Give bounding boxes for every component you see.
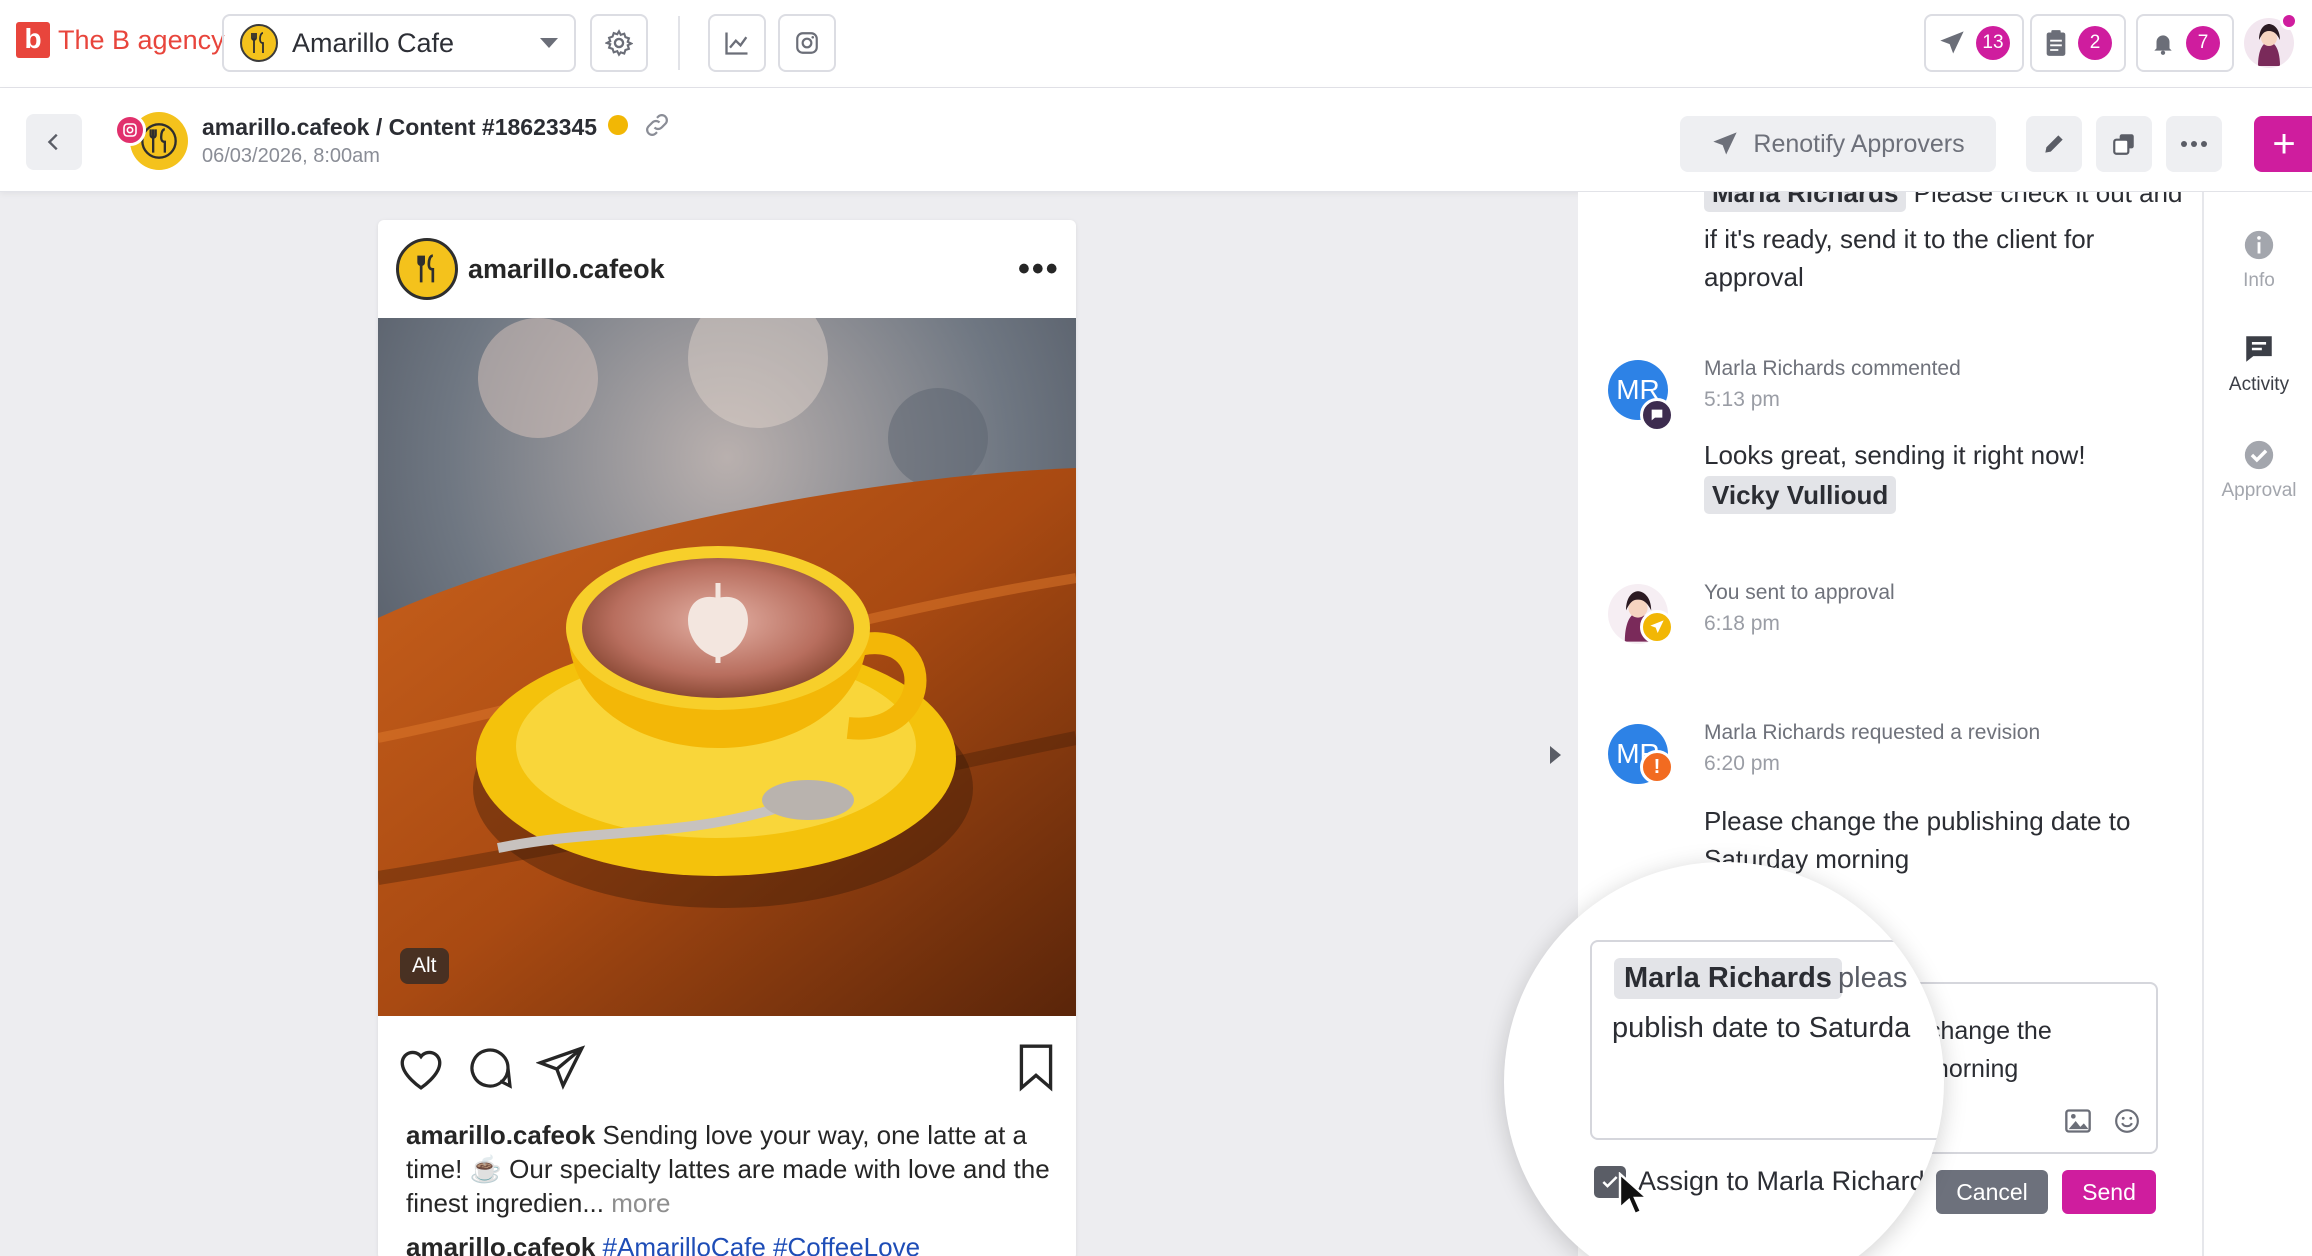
cafe-logo-icon (240, 24, 278, 62)
chat-icon (2246, 336, 2272, 362)
activity-meta: Marla Richards requested a revision (1704, 721, 2041, 744)
notifications-count-badge: 7 (2186, 26, 2220, 60)
activity-comment-text: Looks great, sending it right now! (1704, 440, 2086, 470)
notifications-button[interactable]: 7 (2136, 14, 2234, 72)
more-options-button[interactable] (2166, 116, 2222, 172)
activity-time: 6:20 pm (1704, 752, 1780, 775)
paper-plane-icon (1713, 132, 1738, 155)
gear-icon (605, 29, 633, 57)
settings-button[interactable] (590, 14, 648, 72)
analytics-button[interactable] (708, 14, 766, 72)
info-icon (2244, 230, 2274, 260)
edit-button[interactable] (2026, 116, 2082, 172)
comment-text-line2: publish date to Saturda (1612, 1012, 1911, 1044)
check-icon (1602, 1176, 1618, 1188)
post-hashtags-line: amarillo.cafeok #AmarilloCafe #CoffeeLov… (406, 1232, 920, 1256)
check-circle-icon (2244, 440, 2274, 470)
revision-badge-icon: ! (1640, 750, 1674, 784)
rail-item-activity[interactable]: Activity (2204, 332, 2312, 396)
send-queue-button[interactable]: 13 (1924, 14, 2024, 72)
chart-line-icon (725, 32, 748, 55)
tasks-button[interactable]: 2 (2030, 14, 2126, 72)
post-more-icon[interactable]: ••• (1018, 250, 1060, 289)
chevron-left-icon (47, 133, 58, 151)
comment-icon[interactable] (466, 1044, 514, 1092)
send-button[interactable]: Send (2062, 1170, 2156, 1214)
post-actions (396, 1038, 1058, 1098)
assign-label: Assign to Marla Richard (1638, 1166, 1925, 1196)
activity-comment-0: Marla Richards Please check it out and (1704, 192, 2182, 212)
mention-tag[interactable]: Marla Richards (1704, 192, 1907, 212)
status-dot (2280, 12, 2298, 30)
post-header: amarillo.cafeok ••• (378, 220, 1076, 318)
client-selector[interactable]: Amarillo Cafe (222, 14, 576, 72)
share-icon[interactable] (536, 1044, 586, 1090)
clipboard-icon (2046, 30, 2066, 56)
instagram-post-preview: amarillo.cafeok ••• Alt amarillo.cafeok … (378, 220, 1076, 1256)
pencil-icon (2045, 135, 2063, 153)
alt-text-tag[interactable]: Alt (400, 948, 449, 984)
create-button[interactable]: + (2254, 116, 2312, 172)
divider (678, 16, 680, 70)
rail-item-info[interactable]: Info (2204, 228, 2312, 292)
link-icon[interactable] (642, 110, 672, 145)
emoji-icon[interactable] (2114, 1108, 2140, 1134)
rail-item-approval[interactable]: Approval (2204, 438, 2312, 502)
activity-meta: You sent to approval (1704, 581, 1895, 604)
mouse-cursor-icon (1618, 1172, 1651, 1216)
send-count-badge: 13 (1976, 26, 2010, 60)
image-icon[interactable] (2064, 1108, 2092, 1134)
comment-badge-icon (1640, 398, 1674, 432)
bookmark-icon[interactable] (1016, 1042, 1056, 1092)
caption-username: amarillo.cafeok (406, 1120, 596, 1150)
activity-comment-0-line3: approval (1704, 262, 1804, 292)
copy-icon (2113, 134, 2134, 155)
hashtags[interactable]: #AmarilloCafe #CoffeeLove (603, 1232, 920, 1256)
tasks-count-badge: 2 (2078, 26, 2112, 60)
activity-revision-text: Please change the publishing date to (1704, 806, 2131, 836)
bell-icon (2154, 35, 2172, 55)
post-avatar (396, 238, 458, 300)
brand-logo: b (16, 22, 50, 58)
post-username: amarillo.cafeok (468, 254, 665, 284)
mention-tag[interactable]: Marla Richards (1614, 958, 1842, 999)
top-bar: b The B agency Amarillo Cafe 13 2 7 (0, 0, 2312, 88)
collapse-panel-arrow-icon[interactable] (1550, 746, 1561, 764)
duplicate-button[interactable] (2096, 116, 2152, 172)
heart-icon[interactable] (396, 1044, 446, 1090)
ellipsis-icon (2181, 141, 2207, 147)
paper-plane-icon (1940, 31, 1964, 54)
post-caption: amarillo.cafeok Sending love your way, o… (406, 1118, 1052, 1220)
composer-tools (2064, 1108, 2140, 1134)
activity-mention-line: Vicky Vullioud (1704, 476, 1897, 514)
hashtags-username: amarillo.cafeok (406, 1232, 596, 1256)
activity-time: 6:18 pm (1704, 612, 1780, 635)
renotify-approvers-button[interactable]: Renotify Approvers (1680, 116, 1996, 172)
mention-tag[interactable]: Vicky Vullioud (1704, 476, 1897, 514)
comment-text-partial: pleas (1838, 962, 1908, 994)
back-button[interactable] (26, 114, 82, 170)
right-rail: Info Activity Approval (2202, 192, 2312, 1256)
chevron-down-icon (540, 38, 558, 48)
activity-comment-0-line2: if it's ready, send it to the client for (1704, 224, 2095, 254)
brand[interactable]: b The B agency (16, 22, 225, 58)
client-name: Amarillo Cafe (292, 27, 455, 58)
instagram-badge-icon (114, 114, 146, 146)
brand-name: The B agency (58, 24, 225, 55)
cancel-button[interactable]: Cancel (1936, 1170, 2048, 1214)
post-image (378, 318, 1076, 1016)
activity-time: 5:13 pm (1704, 388, 1780, 411)
content-date: 06/03/2026, 8:00am (202, 145, 380, 167)
content-title: amarillo.cafeok / Content #18623345 (202, 114, 598, 140)
status-indicator (608, 115, 628, 135)
activity-meta: Marla Richards commented (1704, 357, 1961, 380)
renotify-label: Renotify Approvers (1753, 129, 1965, 158)
instagram-icon (796, 32, 818, 54)
instagram-button[interactable] (778, 14, 836, 72)
send-badge-icon (1640, 610, 1674, 644)
comment-visible-text: change the morning (1928, 1017, 2052, 1083)
caption-more-link[interactable]: more (611, 1188, 670, 1218)
